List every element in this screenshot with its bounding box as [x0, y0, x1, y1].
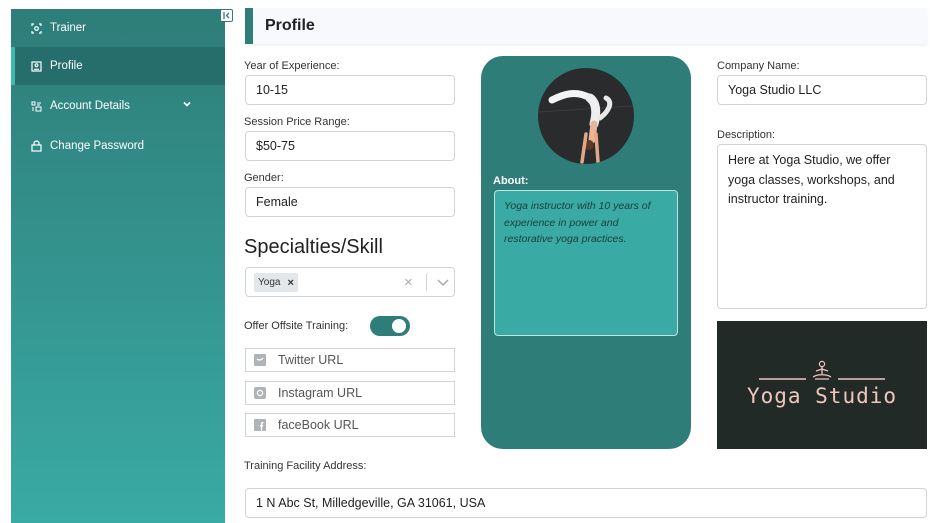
twitter-url-input[interactable]: Twitter URL	[245, 348, 455, 372]
address-label: Training Facility Address:	[244, 460, 367, 472]
profile-icon	[30, 60, 42, 72]
avatar[interactable]	[538, 68, 634, 164]
chip-remove-icon[interactable]: ×	[287, 277, 293, 289]
price-label: Session Price Range:	[244, 116, 350, 128]
description-label: Description:	[717, 129, 776, 141]
sidebar-item-change-password[interactable]: Change Password	[11, 127, 225, 165]
account-icon	[30, 100, 42, 112]
experience-field[interactable]: 10-15	[245, 75, 455, 105]
chevron-down-icon[interactable]	[182, 99, 192, 112]
chip-label: Yoga	[258, 277, 281, 288]
sidebar-item-profile[interactable]: Profile	[11, 47, 225, 85]
select-separator	[426, 274, 427, 291]
facebook-url-placeholder: faceBook URL	[278, 418, 359, 432]
sidebar-item-account-details[interactable]: Account Details	[11, 87, 225, 125]
trainer-icon	[30, 22, 42, 34]
sidebar: Trainer Profile Account Details Change P…	[11, 9, 225, 523]
company-name-label: Company Name:	[717, 60, 800, 72]
price-field[interactable]: $50-75	[245, 131, 455, 161]
gender-field[interactable]: Female	[245, 187, 455, 217]
sidebar-item-trainer[interactable]: Trainer	[11, 9, 225, 47]
lock-icon	[30, 140, 42, 152]
specialties-select[interactable]: Yoga × ×	[245, 267, 455, 297]
instagram-icon	[254, 387, 266, 399]
experience-label: Year of Experience:	[244, 60, 340, 72]
offsite-label: Offer Offsite Training:	[244, 320, 349, 332]
app-root: Trainer Profile Account Details Change P…	[0, 0, 937, 523]
about-textarea[interactable]: Yoga instructor with 10 years of experie…	[494, 190, 678, 336]
specialty-chip: Yoga ×	[254, 273, 298, 292]
gender-label: Gender:	[244, 172, 284, 184]
description-textarea[interactable]: Here at Yoga Studio, we offer yoga class…	[717, 144, 927, 309]
instagram-url-placeholder: Instagram URL	[278, 386, 363, 400]
facebook-url-input[interactable]: faceBook URL	[245, 413, 455, 437]
company-name-field[interactable]: Yoga Studio LLC	[717, 75, 927, 105]
collapse-sidebar-icon[interactable]	[220, 9, 233, 22]
sidebar-item-label: Profile	[50, 60, 83, 72]
about-card: About: Yoga instructor with 10 years of …	[481, 56, 691, 449]
chevron-down-icon[interactable]	[433, 272, 453, 297]
logo-text: Yoga Studio	[746, 384, 898, 408]
specialties-title: Specialties/Skill	[244, 236, 383, 258]
sidebar-item-label: Change Password	[50, 140, 144, 152]
twitter-icon	[254, 354, 266, 366]
address-field[interactable]: 1 N Abc St, Milledgeville, GA 31061, USA	[245, 488, 927, 518]
sidebar-item-label: Trainer	[50, 22, 86, 34]
offsite-toggle[interactable]	[370, 316, 410, 336]
instagram-url-input[interactable]: Instagram URL	[245, 381, 455, 405]
sidebar-item-label: Account Details	[50, 100, 130, 112]
about-label: About:	[493, 175, 529, 187]
clear-icon[interactable]: ×	[404, 274, 413, 291]
company-logo[interactable]: Yoga Studio	[717, 321, 927, 449]
toggle-knob	[392, 319, 406, 333]
twitter-url-placeholder: Twitter URL	[278, 353, 344, 367]
page-title: Profile	[245, 8, 927, 44]
facebook-icon	[254, 419, 266, 431]
